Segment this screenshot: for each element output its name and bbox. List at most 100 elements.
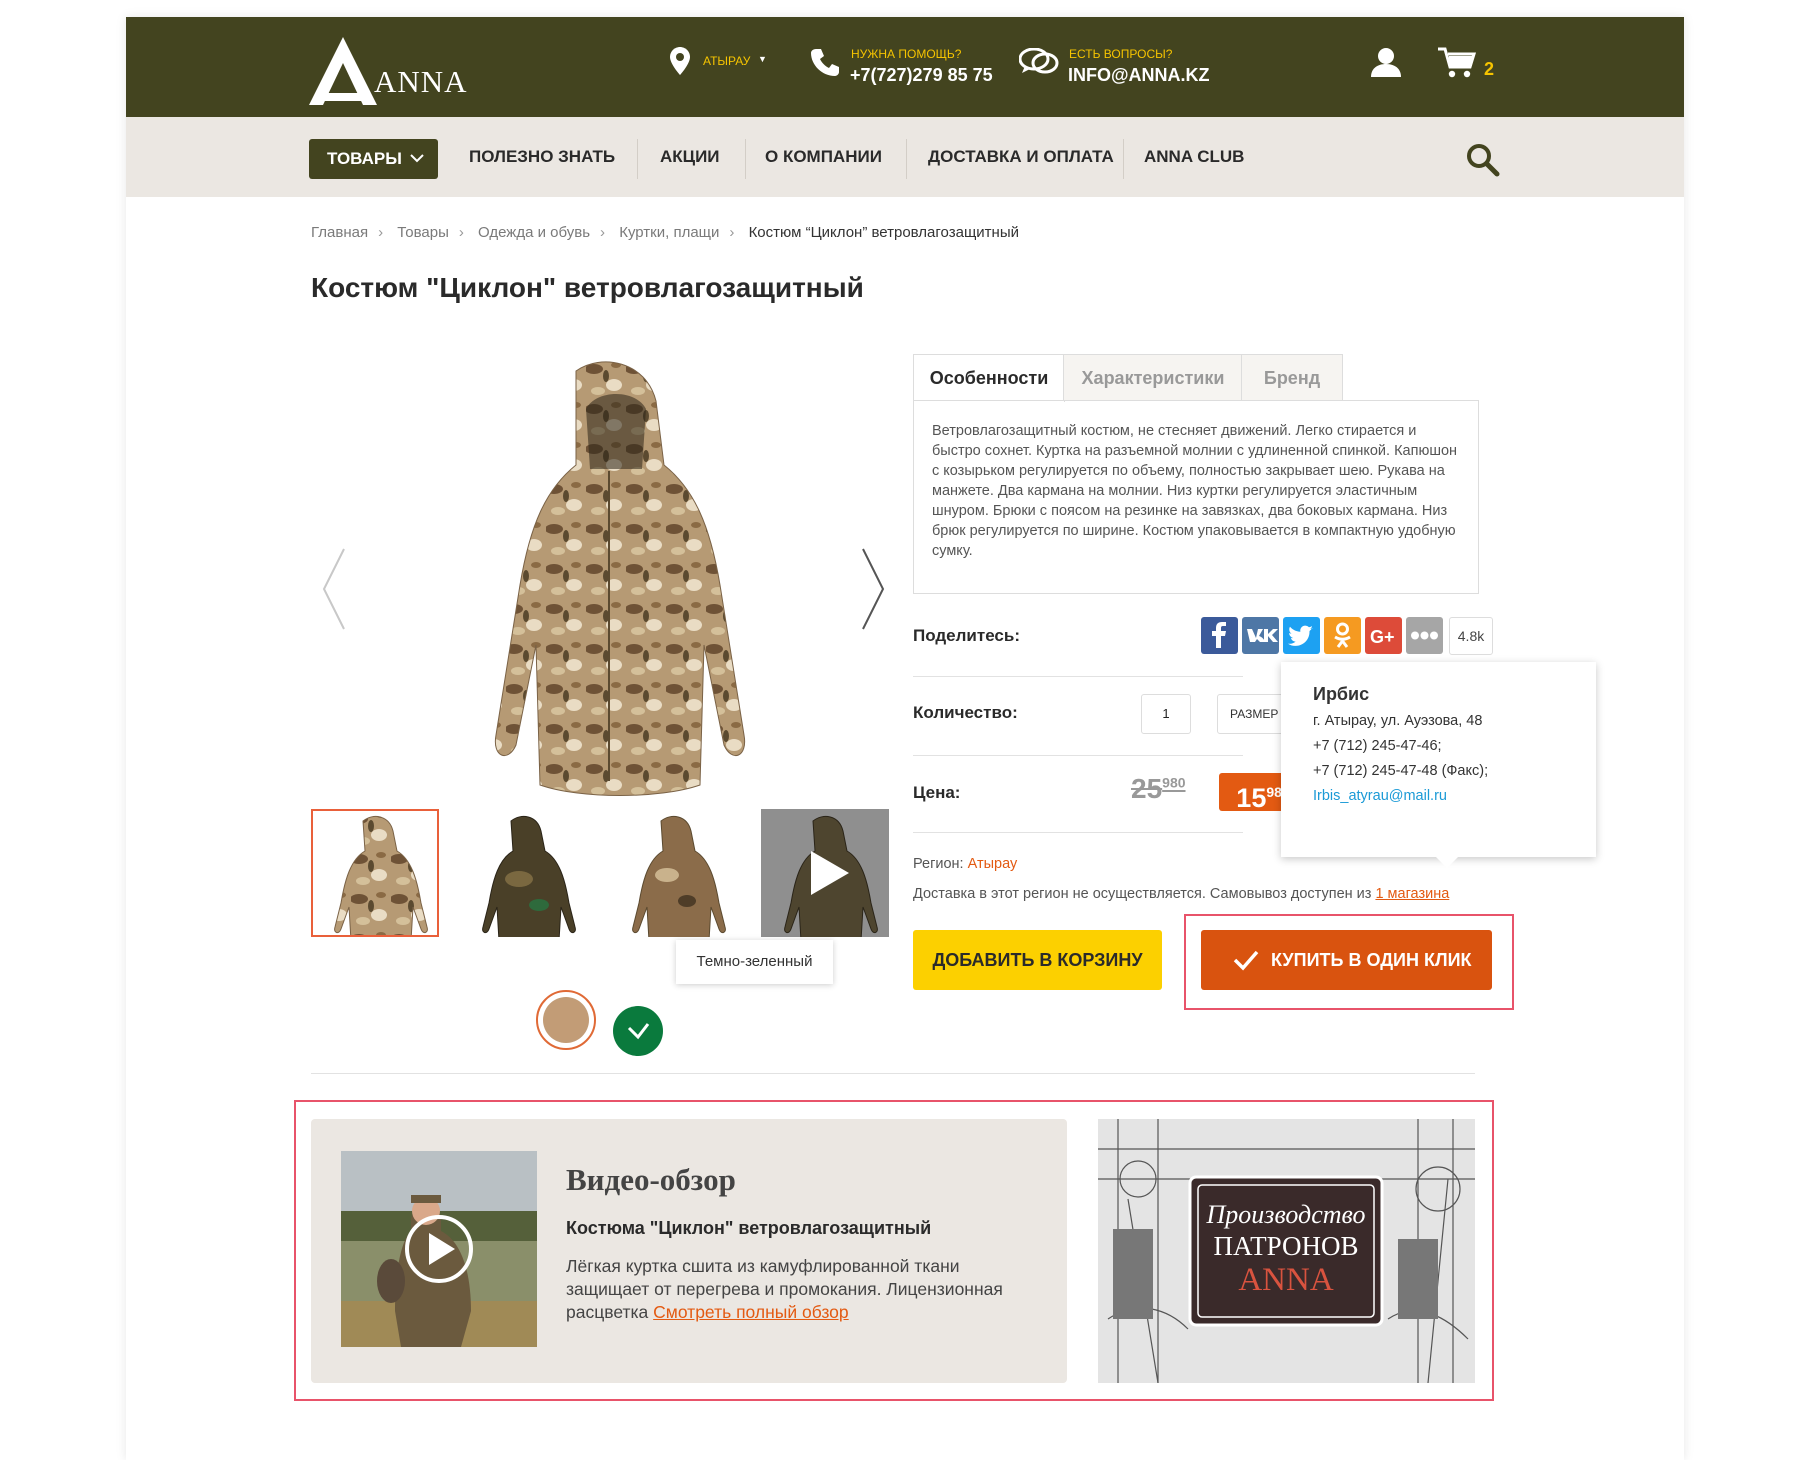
nav-divider — [906, 139, 907, 179]
add-to-cart-button[interactable]: ДОБАВИТЬ В КОРЗИНУ — [913, 930, 1162, 990]
gallery-thumbnail[interactable] — [311, 809, 439, 942]
popup-tail — [1436, 857, 1458, 868]
swatch-fill — [543, 997, 589, 1043]
gallery-thumbnail[interactable] — [609, 809, 737, 942]
thumbnail-image — [482, 815, 576, 942]
review-title: Видео-обзор — [566, 1162, 736, 1197]
location-select[interactable]: АТЫРАУ — [703, 54, 750, 68]
delivery-text: Доставка в этот регион не осуществляется… — [913, 886, 1372, 902]
chevron-down-icon: ▼ — [758, 54, 767, 64]
gallery-next-arrow-icon[interactable] — [861, 547, 885, 631]
divider — [913, 832, 1243, 833]
quantity-input[interactable]: 1 — [1141, 694, 1191, 734]
vk-icon — [1247, 629, 1278, 642]
more-share-button[interactable] — [1406, 617, 1443, 654]
gallery-prev-arrow-icon[interactable] — [322, 547, 346, 631]
stores-link[interactable]: 1 магазина — [1375, 886, 1449, 902]
quantity-label: Количество: — [913, 703, 1018, 722]
full-review-link[interactable]: Смотреть полный обзор — [653, 1302, 849, 1322]
user-account-icon[interactable] — [1371, 47, 1401, 77]
breadcrumb-separator: › — [600, 224, 606, 241]
nav-item-useful[interactable]: ПОЛЕЗНО ЗНАТЬ — [469, 147, 615, 167]
location-pin-icon — [670, 47, 690, 75]
breadcrumb-separator: › — [729, 224, 735, 241]
products-menu-label: ТОВАРЫ — [327, 149, 402, 168]
thumbnail-image — [784, 815, 878, 942]
google-plus-icon: G+ — [1370, 627, 1395, 647]
size-select-label: РАЗМЕР — [1230, 707, 1279, 721]
product-description: Ветровлагозащитный костюм, не стесняет д… — [913, 400, 1479, 594]
nav-divider — [745, 139, 746, 179]
breadcrumb-home[interactable]: Главная — [311, 224, 368, 241]
svg-text:G+: G+ — [1370, 627, 1395, 647]
help-label: НУЖНА ПОМОЩЬ? — [851, 47, 962, 61]
review-text: Лёгкая куртка сшита из камуфлированной т… — [566, 1255, 1036, 1324]
gallery-thumbnail[interactable] — [459, 809, 587, 942]
nav-item-anna-club[interactable]: ANNA CLUB — [1144, 147, 1244, 167]
section-divider — [311, 1073, 1475, 1074]
cartridge-production-banner[interactable]: Производство ПАТРОНОВ ANNA — [1098, 1119, 1475, 1383]
facebook-icon — [1212, 622, 1226, 648]
delivery-info: Доставка в этот регион не осуществляется… — [913, 886, 1449, 902]
chevron-down-icon — [410, 154, 424, 163]
tab-brand[interactable]: Бренд — [1241, 354, 1343, 401]
color-swatch-sand[interactable] — [536, 990, 596, 1050]
buy-one-click-label: КУПИТЬ В ОДИН КЛИК — [1271, 950, 1472, 970]
tab-features[interactable]: Особенности — [913, 354, 1065, 402]
logo-text: ANNA — [374, 64, 468, 99]
checkmark-icon — [1233, 950, 1259, 971]
review-video-thumbnail — [341, 1151, 537, 1347]
store-popup: Ирбис г. Атырау, ул. Ауэзова, 48 +7 (712… — [1281, 662, 1596, 868]
vk-share-button[interactable] — [1242, 617, 1279, 654]
cart-count-badge: 2 — [1484, 59, 1495, 79]
store-email-link[interactable]: Irbis_atyrau@mail.ru — [1313, 788, 1447, 804]
tab-characteristics[interactable]: Характеристики — [1063, 354, 1243, 401]
breadcrumb-separator: › — [458, 224, 464, 241]
region-label: Регион: — [913, 856, 964, 872]
store-name: Ирбис — [1313, 684, 1370, 704]
nav-divider — [1123, 139, 1124, 179]
banner-line-2: ПАТРОНОВ — [1214, 1231, 1359, 1261]
phone-icon — [811, 49, 839, 76]
facebook-share-button[interactable] — [1201, 617, 1238, 654]
breadcrumb-products[interactable]: Товары — [397, 224, 449, 241]
products-menu-button[interactable]: ТОВАРЫ — [309, 139, 438, 179]
odnoklassniki-share-button[interactable] — [1324, 617, 1361, 654]
more-icon — [1411, 631, 1438, 640]
header-top-bar: ANNA АТЫРАУ ▼ НУЖНА ПОМОЩЬ? +7(727)279 8… — [126, 17, 1684, 117]
page-title: Костюм "Циклон" ветровлагозащитный — [311, 272, 864, 303]
nav-divider — [637, 139, 638, 179]
gallery-video-thumbnail[interactable] — [761, 809, 889, 942]
questions-label: ЕСТЬ ВОПРОСЫ? — [1069, 47, 1173, 61]
google-plus-share-button[interactable]: G+ — [1365, 617, 1402, 654]
old-price-main: 25 — [1131, 773, 1163, 804]
odnoklassniki-icon — [1334, 622, 1351, 648]
twitter-share-button[interactable] — [1283, 617, 1320, 654]
header-email-link[interactable]: INFO@ANNA.KZ — [1068, 65, 1210, 86]
breadcrumb-jackets[interactable]: Куртки, плащи — [619, 224, 719, 241]
buy-one-click-button[interactable]: КУПИТЬ В ОДИН КЛИК — [1201, 930, 1492, 990]
nav-item-promotions[interactable]: АКЦИИ — [660, 147, 720, 167]
share-label: Поделитесь: — [913, 626, 1020, 645]
nav-item-about[interactable]: О КОМПАНИИ — [765, 147, 882, 167]
divider — [913, 676, 1243, 677]
color-swatch-dark-green[interactable] — [613, 1006, 663, 1056]
cart-icon[interactable] — [1438, 47, 1476, 79]
store-address: г. Атырау, ул. Ауэзова, 48 — [1313, 713, 1483, 729]
new-price-main: 15 — [1236, 783, 1267, 813]
breadcrumb-clothing[interactable]: Одежда и обувь — [478, 224, 590, 241]
nav-item-delivery[interactable]: ДОСТАВКА И ОПЛАТА — [928, 147, 1114, 167]
store-fax: +7 (712) 245-47-48 (Факс); — [1313, 763, 1489, 779]
banner-line-1: Производство — [1206, 1200, 1366, 1229]
region-link[interactable]: Атырау — [968, 856, 1018, 872]
header-phone-link[interactable]: +7(727)279 85 75 — [850, 65, 993, 86]
product-main-image — [494, 361, 746, 796]
site-logo[interactable]: ANNA — [309, 35, 494, 107]
review-video-player[interactable] — [341, 1151, 537, 1347]
search-icon[interactable] — [1466, 143, 1500, 177]
color-tooltip: Темно-зеленный — [676, 940, 833, 984]
old-price: 25980 — [1131, 773, 1186, 805]
divider — [913, 755, 1243, 756]
page: ANNA АТЫРАУ ▼ НУЖНА ПОМОЩЬ? +7(727)279 8… — [126, 17, 1684, 1460]
banner-line-3: ANNA — [1238, 1262, 1333, 1298]
